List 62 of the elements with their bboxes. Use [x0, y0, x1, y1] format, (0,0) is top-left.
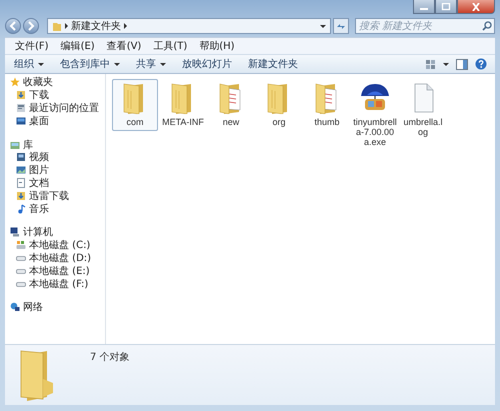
- toolbar-button[interactable]: 组织: [11, 56, 47, 72]
- file-item[interactable]: tinyumbrella-7.00.00a.exe: [352, 79, 398, 151]
- help-button[interactable]: [475, 58, 487, 70]
- sidebar-item[interactable]: 本地磁盘 (F:): [5, 277, 105, 290]
- music-note-icon: [16, 204, 26, 214]
- menu-item[interactable]: 查看(V): [106, 39, 142, 53]
- close-icon: [471, 2, 481, 10]
- close-button[interactable]: [457, 0, 495, 14]
- picture-icon: [16, 165, 26, 176]
- refresh-button[interactable]: [333, 18, 349, 34]
- file-item[interactable]: META-INF: [160, 79, 206, 131]
- sidebar-group[interactable]: 库: [5, 138, 105, 151]
- download-folder-icon: [16, 190, 26, 201]
- sidebar-item[interactable]: 迅雷下载: [5, 189, 105, 202]
- toolbar-button[interactable]: 包含到库中: [57, 56, 123, 72]
- file-item[interactable]: thumb: [304, 79, 350, 131]
- sidebar-group[interactable]: 计算机: [5, 226, 105, 239]
- sidebar-item[interactable]: 本地磁盘 (D:): [5, 252, 105, 264]
- sidebar-group[interactable]: 网络: [5, 300, 105, 314]
- sidebar-item[interactable]: 下载: [5, 88, 105, 102]
- file-item[interactable]: new: [208, 79, 254, 131]
- toolbar-button[interactable]: 新建文件夹: [245, 56, 301, 72]
- sidebar-item[interactable]: 音乐: [5, 202, 105, 215]
- toolbar-button[interactable]: 放映幻灯片: [179, 56, 235, 72]
- item-count: 7 个对象: [90, 350, 130, 364]
- star-icon: [10, 77, 20, 88]
- caret-icon[interactable]: [443, 62, 449, 66]
- sidebar-item[interactable]: 视频: [5, 150, 105, 164]
- library-icon: [10, 140, 20, 150]
- search-field[interactable]: 搜索 新建文件夹: [355, 18, 495, 34]
- desktop-icon: [16, 116, 26, 126]
- menu-item[interactable]: 帮助(H): [199, 39, 235, 53]
- download-folder-icon: [16, 90, 26, 100]
- file-item[interactable]: umbrella.log: [400, 79, 446, 141]
- network-icon: [10, 302, 20, 312]
- computer-icon: [10, 227, 20, 238]
- sidebar-item[interactable]: 本地磁盘 (C:): [5, 238, 105, 252]
- menu-item[interactable]: 工具(T): [153, 39, 188, 53]
- sidebar-group[interactable]: 收藏夹: [5, 76, 105, 89]
- sidebar-item[interactable]: 文档: [5, 176, 105, 190]
- toolbar-button[interactable]: 共享: [133, 56, 169, 72]
- document-icon: [16, 178, 26, 188]
- address-bar[interactable]: 新建文件夹: [47, 18, 331, 34]
- menu-item[interactable]: 文件(F): [15, 39, 49, 53]
- file-item[interactable]: org: [256, 79, 302, 131]
- recent-places-icon: [16, 102, 26, 113]
- sidebar-item[interactable]: 最近访问的位置: [5, 102, 105, 114]
- maximize-icon: [441, 2, 451, 10]
- menu-item[interactable]: 编辑(E): [60, 39, 95, 53]
- file-item[interactable]: com: [112, 79, 158, 131]
- preview-pane-button[interactable]: [456, 58, 468, 70]
- sidebar-item[interactable]: 本地磁盘 (E:): [5, 264, 105, 278]
- back-button[interactable]: [5, 18, 21, 34]
- forward-button[interactable]: [23, 18, 39, 34]
- maximize-button[interactable]: [435, 0, 457, 14]
- drive-icon: [16, 240, 26, 250]
- video-icon: [16, 152, 26, 162]
- sidebar-item[interactable]: 图片: [5, 164, 105, 177]
- minimize-button[interactable]: [413, 0, 435, 14]
- sidebar-item[interactable]: 桌面: [5, 114, 105, 128]
- view-options-button[interactable]: [425, 58, 436, 70]
- search-icon: [482, 21, 492, 31]
